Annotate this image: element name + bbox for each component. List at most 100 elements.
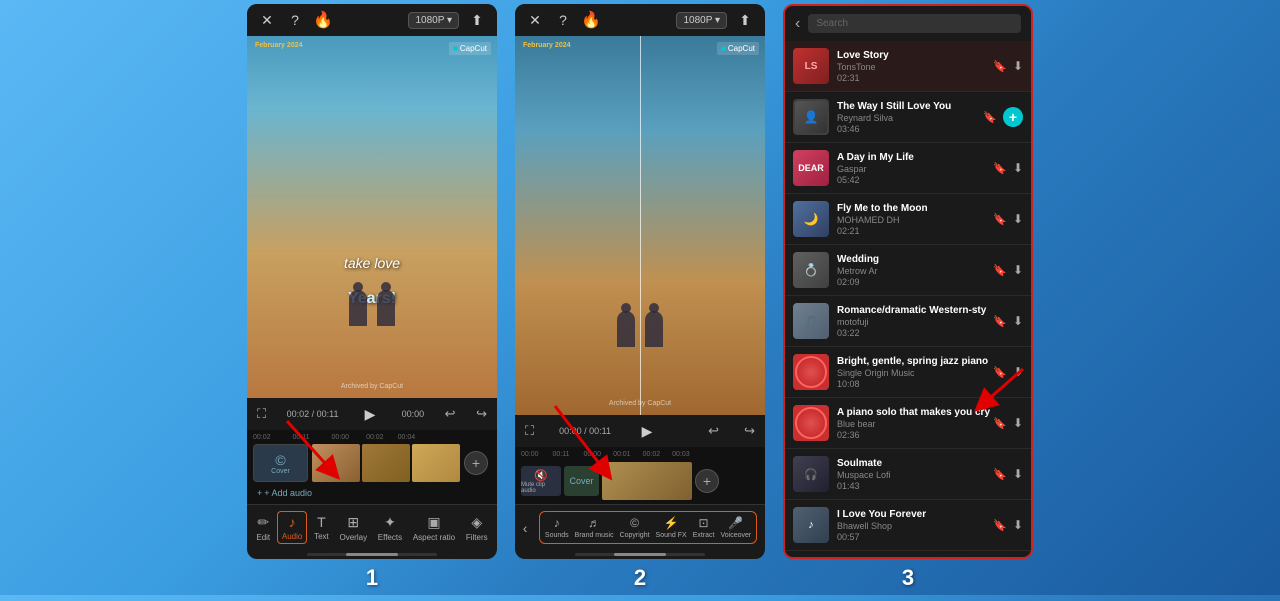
download-button[interactable]: ⬇: [1013, 263, 1023, 277]
close-icon-2[interactable]: ✕: [525, 10, 545, 30]
undo-icon[interactable]: ↩: [445, 406, 456, 422]
fire-icon[interactable]: 🔥: [313, 10, 333, 30]
music-info: Soulmate Muspace Lofi 01:43: [837, 458, 993, 491]
download-button[interactable]: ⬇: [1013, 467, 1023, 481]
tool-filters[interactable]: ◈ Filters: [462, 512, 492, 544]
add-track-button[interactable]: +: [1003, 107, 1023, 127]
resolution-button-2[interactable]: 1080P ▾: [676, 12, 727, 29]
export-icon-2[interactable]: ⬆: [735, 10, 755, 30]
export-icon[interactable]: ⬆: [467, 10, 487, 30]
music-item[interactable]: 💍 Wedding Metrow Ar 02:09 🔖⬇: [785, 245, 1031, 296]
close-icon[interactable]: ✕: [257, 10, 277, 30]
audio-toolbar: ‹ ♪ Sounds ♬ Brand music © Co: [515, 504, 765, 550]
figures-2: [617, 311, 663, 347]
music-duration: 03:22: [837, 328, 993, 338]
music-title: Soulmate: [837, 458, 993, 469]
audio-tool-sound-fx[interactable]: ⚡ Sound FX: [653, 514, 690, 541]
bookmark-button[interactable]: 🔖: [993, 213, 1007, 226]
music-actions: 🔖+: [983, 107, 1023, 127]
collapse-icon[interactable]: ‹: [523, 520, 528, 536]
music-duration: 05:42: [837, 175, 993, 185]
music-item[interactable]: 🎧 Soulmate Muspace Lofi 01:43 🔖 ⬇: [785, 449, 1031, 500]
top-bar-1: ✕ ? 🔥 1080P ▾ ⬆: [247, 4, 497, 36]
music-duration: 03:46: [837, 124, 983, 134]
music-item[interactable]: DEAR A Day in My Life Gaspar 05:42 🔖⬇: [785, 143, 1031, 194]
music-item[interactable]: 👤 The Way I Still Love You Reynard Silva…: [785, 92, 1031, 143]
bookmark-button[interactable]: 🔖: [993, 468, 1007, 481]
music-thumb: 🎧: [793, 456, 829, 492]
music-thumb: DEAR: [793, 150, 829, 186]
arrow-2: [525, 401, 645, 491]
tool-edit[interactable]: ✏ Edit: [252, 512, 274, 544]
music-item[interactable]: ♪ I Love You Forever Bhawell Shop 00:57 …: [785, 500, 1031, 551]
fire-icon-2[interactable]: 🔥: [581, 10, 601, 30]
redo-icon[interactable]: ↪: [476, 406, 487, 422]
music-actions: 🔖⬇: [993, 161, 1023, 175]
add-clip-button-2[interactable]: +: [695, 469, 719, 493]
undo-icon-2[interactable]: ↩: [708, 423, 719, 439]
sound-fx-icon: ⚡: [664, 516, 679, 530]
help-icon[interactable]: ?: [285, 10, 305, 30]
help-icon-2[interactable]: ?: [553, 10, 573, 30]
music-title: I Love You Forever: [837, 509, 993, 520]
audio-icon: ♪: [289, 514, 296, 530]
tool-text[interactable]: T Text: [310, 512, 333, 543]
audio-tool-sounds[interactable]: ♪ Sounds: [542, 514, 572, 541]
watermark-2: ■ CapCut: [717, 42, 759, 55]
music-item[interactable]: LS Love Story TonsTone 02:31 🔖⬇: [785, 41, 1031, 92]
redo-icon-2[interactable]: ↪: [744, 423, 755, 439]
audio-label: Audio: [282, 532, 302, 541]
music-thumb: 💍: [793, 252, 829, 288]
tool-overlay[interactable]: ⊞ Overlay: [336, 512, 372, 544]
music-item[interactable]: 🌙 Fly Me to the Moon MOHAMED DH 02:21 🔖⬇: [785, 194, 1031, 245]
music-artist: Muspace Lofi: [837, 470, 993, 480]
bookmark-button[interactable]: 🔖: [993, 60, 1007, 73]
download-button[interactable]: ⬇: [1013, 161, 1023, 175]
audio-tool-voiceover[interactable]: 🎤 Voiceover: [717, 514, 754, 541]
music-thumb: 🎵: [793, 303, 829, 339]
bookmark-button[interactable]: 🔖: [993, 315, 1007, 328]
audio-tool-copyright[interactable]: © Copyright: [617, 514, 653, 541]
music-item[interactable]: 🎵 Romance/dramatic Western-sty motofuji …: [785, 296, 1031, 347]
copyright-icon: ©: [630, 516, 639, 530]
text-label: Text: [314, 532, 329, 541]
music-duration: 02:36: [837, 430, 993, 440]
tool-effects[interactable]: ✦ Effects: [374, 512, 406, 544]
edit-icon: ✏: [257, 514, 269, 531]
download-button[interactable]: ⬇: [1013, 212, 1023, 226]
bookmark-button[interactable]: 🔖: [993, 519, 1007, 532]
download-button[interactable]: ⬇: [1013, 59, 1023, 73]
video-thumb-2[interactable]: [362, 444, 410, 482]
music-artist: Gaspar: [837, 164, 993, 174]
cursor-line: [640, 36, 641, 415]
music-thumb: ♪: [793, 507, 829, 543]
bookmark-button[interactable]: 🔖: [993, 264, 1007, 277]
music-list: LS Love Story TonsTone 02:31 🔖⬇👤 The Way…: [785, 41, 1031, 557]
bookmark-button[interactable]: 🔖: [993, 162, 1007, 175]
download-button[interactable]: ⬇: [1013, 314, 1023, 328]
video-thumb-3[interactable]: [412, 444, 460, 482]
download-button[interactable]: ⬇: [1013, 518, 1023, 532]
music-duration: 02:09: [837, 277, 993, 287]
filters-icon: ◈: [471, 514, 482, 531]
music-artist: Reynard Silva: [837, 113, 983, 123]
fullscreen-icon[interactable]: ⛶: [257, 406, 266, 422]
music-artist: Bhawell Shop: [837, 521, 993, 531]
music-thumb: 👤: [793, 99, 829, 135]
tool-aspect[interactable]: ▣ Aspect ratio: [409, 512, 459, 544]
tool-audio[interactable]: ♪ Audio: [277, 511, 307, 544]
step-3: 3: [902, 565, 914, 591]
music-info: Romance/dramatic Western-sty motofuji 03…: [837, 305, 993, 338]
music-header: ‹ Search: [785, 6, 1031, 41]
filters-label: Filters: [466, 533, 488, 542]
back-button[interactable]: ‹: [795, 15, 800, 33]
music-thumb: [793, 354, 829, 390]
bookmark-button[interactable]: 🔖: [983, 111, 997, 124]
search-bar[interactable]: Search: [808, 14, 1021, 33]
audio-tool-brand[interactable]: ♬ Brand music: [572, 514, 617, 541]
resolution-button[interactable]: 1080P ▾: [408, 12, 459, 29]
music-actions: 🔖⬇: [993, 59, 1023, 73]
audio-tool-extract[interactable]: ⊡ Extract: [690, 514, 718, 541]
add-clip-button[interactable]: +: [464, 451, 488, 475]
video-preview-1: February 2024 ■ CapCut take love Years! …: [247, 36, 497, 398]
